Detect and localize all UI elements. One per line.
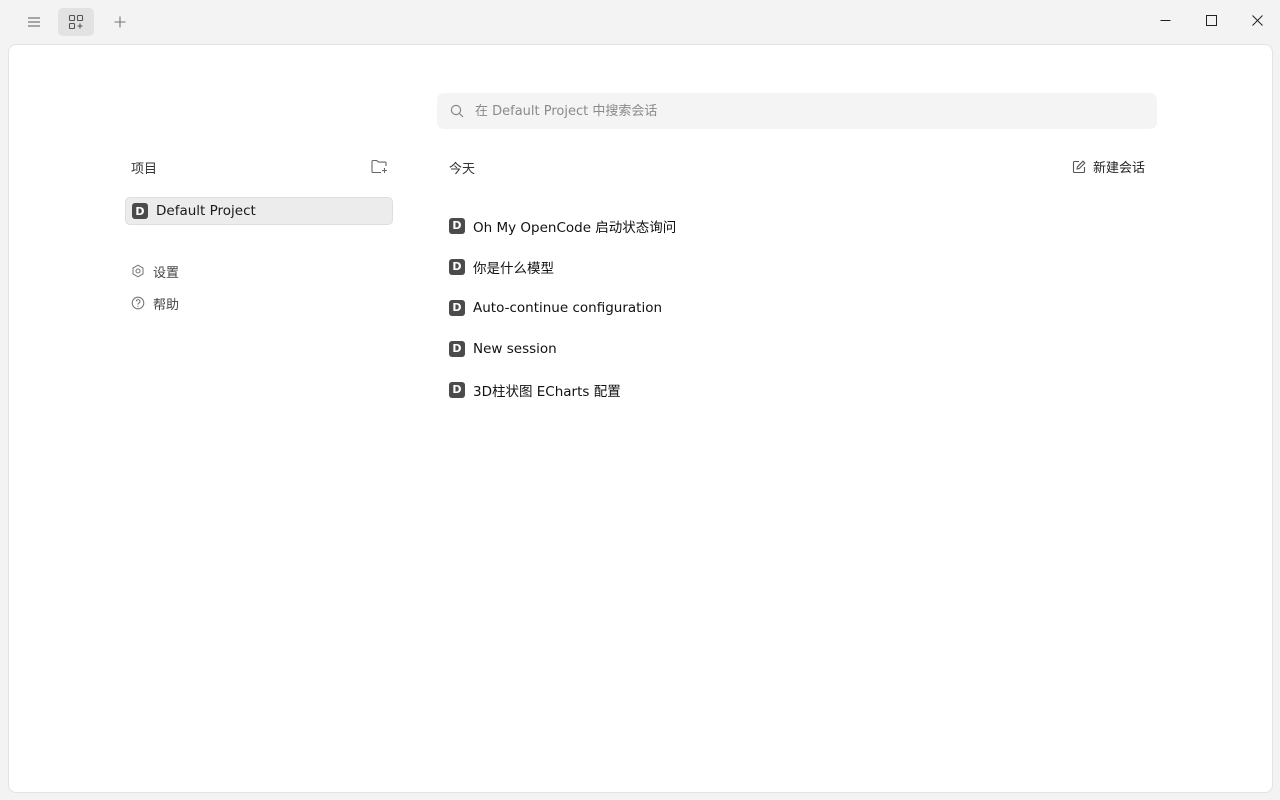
search-icon bbox=[449, 103, 465, 119]
session-search-box[interactable] bbox=[437, 93, 1157, 129]
session-title: New session bbox=[473, 340, 557, 357]
new-project-button[interactable] bbox=[369, 156, 389, 176]
minimize-icon bbox=[1160, 19, 1170, 21]
session-item[interactable]: D New session bbox=[449, 328, 1149, 369]
hamburger-icon bbox=[28, 17, 40, 27]
date-group-label: 今天 bbox=[449, 162, 476, 177]
gear-icon bbox=[131, 264, 145, 278]
folder-plus-icon bbox=[370, 159, 387, 173]
minimize-button[interactable] bbox=[1142, 0, 1188, 40]
help-label: 帮助 bbox=[153, 297, 180, 313]
session-title: 你是什么模型 bbox=[473, 260, 554, 277]
session-list: D Oh My OpenCode 启动状态询问 D 你是什么模型 D Auto-… bbox=[449, 205, 1149, 410]
close-icon bbox=[1251, 14, 1263, 26]
maximize-icon bbox=[1205, 14, 1217, 26]
help-link[interactable]: 帮助 bbox=[131, 293, 179, 313]
title-bar bbox=[0, 0, 1280, 44]
session-badge: D bbox=[449, 258, 465, 275]
help-circle-icon bbox=[131, 296, 145, 310]
session-title: Oh My OpenCode 启动状态询问 bbox=[473, 219, 677, 236]
close-window-button[interactable] bbox=[1234, 0, 1280, 40]
search-input[interactable] bbox=[473, 93, 1157, 129]
workspace-view-button[interactable] bbox=[58, 8, 94, 36]
session-title: 3D柱状图 ECharts 配置 bbox=[473, 383, 621, 400]
project-label: Default Project bbox=[156, 203, 256, 219]
edit-icon bbox=[1072, 159, 1086, 173]
session-badge: D bbox=[449, 340, 465, 357]
session-badge: D bbox=[449, 381, 465, 398]
new-tab-button[interactable] bbox=[106, 8, 134, 36]
new-session-button[interactable]: 新建会话 bbox=[1072, 157, 1145, 176]
session-item[interactable]: D 你是什么模型 bbox=[449, 246, 1149, 287]
projects-header: 项目 bbox=[131, 162, 158, 177]
plus-icon bbox=[114, 16, 126, 28]
settings-label: 设置 bbox=[153, 265, 180, 281]
sidebar-toggle-button[interactable] bbox=[20, 8, 48, 36]
grid-plus-icon bbox=[68, 14, 84, 30]
session-badge: D bbox=[449, 299, 465, 316]
new-session-label: 新建会话 bbox=[1093, 161, 1146, 176]
project-item-default[interactable]: D Default Project bbox=[125, 197, 393, 225]
session-title: Auto-continue configuration bbox=[473, 299, 663, 316]
session-badge: D bbox=[449, 217, 465, 234]
project-badge: D bbox=[132, 203, 148, 219]
maximize-button[interactable] bbox=[1188, 0, 1234, 40]
settings-link[interactable]: 设置 bbox=[131, 261, 179, 281]
session-item[interactable]: D Oh My OpenCode 启动状态询问 bbox=[449, 205, 1149, 246]
session-item[interactable]: D Auto-continue configuration bbox=[449, 287, 1149, 328]
session-item[interactable]: D 3D柱状图 ECharts 配置 bbox=[449, 369, 1149, 410]
main-panel: 项目 D Default Project 设置 帮助 bbox=[8, 44, 1273, 793]
